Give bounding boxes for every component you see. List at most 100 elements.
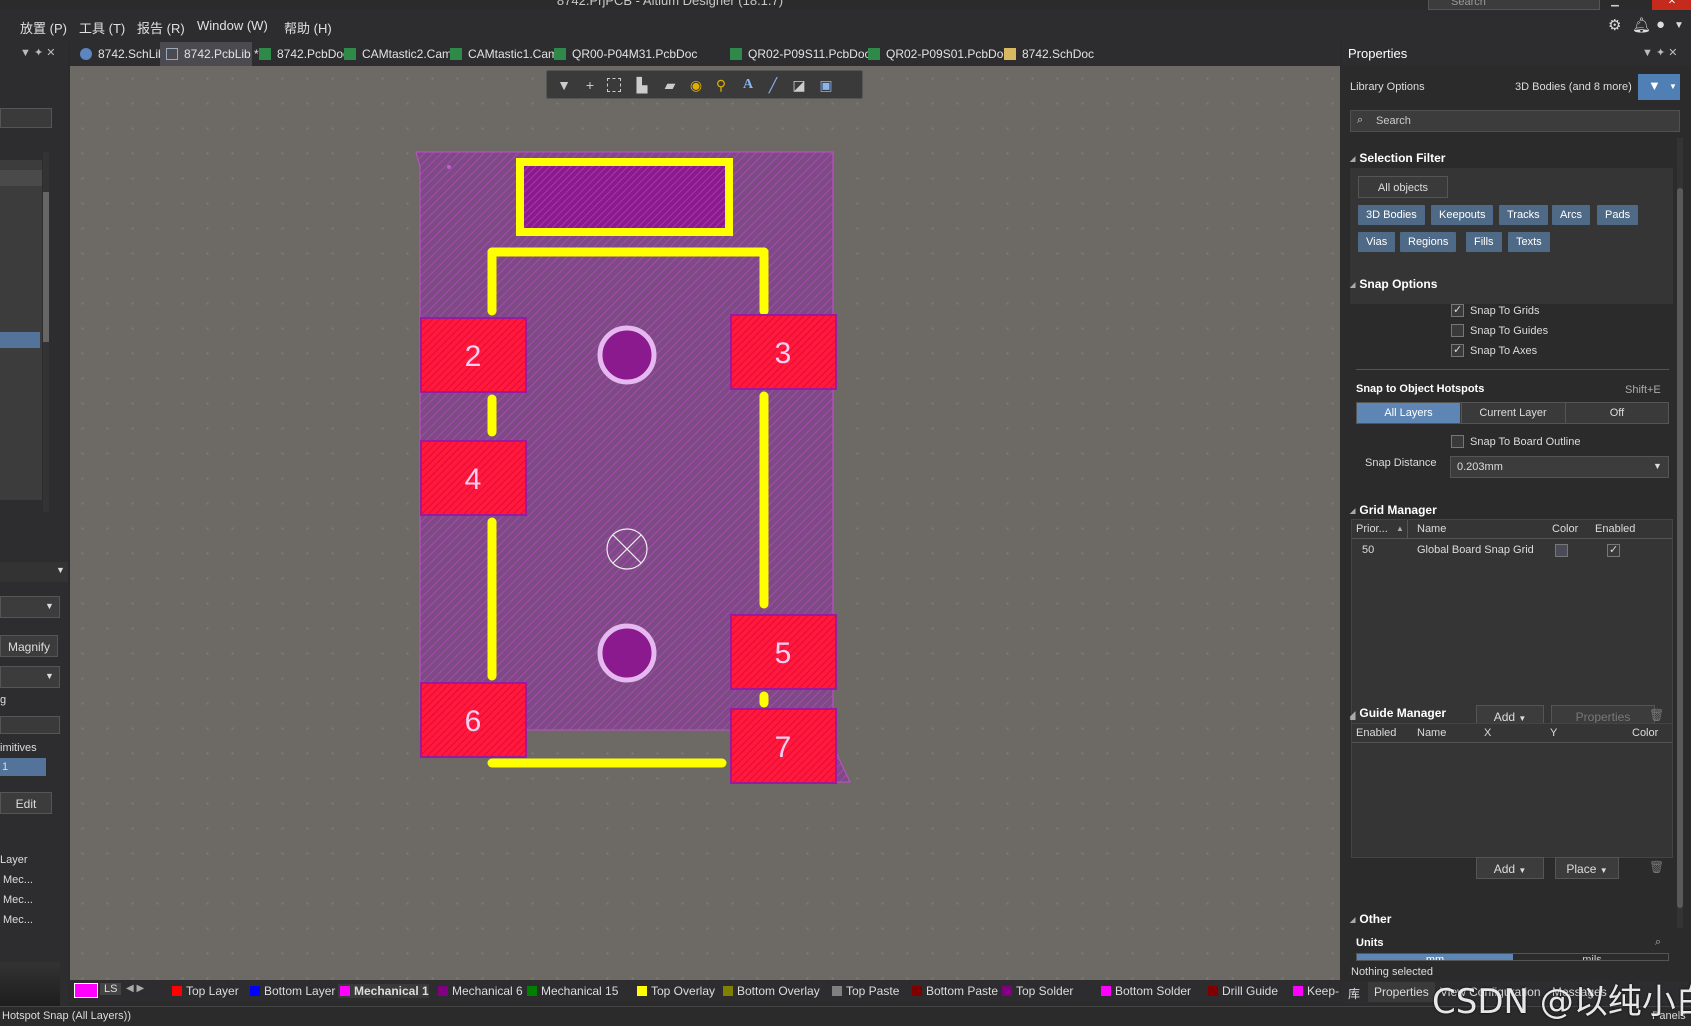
layer-scroll-icon[interactable]: ◀ ▶	[126, 983, 144, 994]
user-icon[interactable]: ●	[1656, 16, 1665, 33]
snap-to-axes-checkbox[interactable]	[1451, 343, 1464, 357]
selection-filter-header[interactable]: Selection Filter	[1350, 151, 1445, 165]
chip-pads[interactable]: Pads	[1597, 205, 1639, 225]
tab-camtastic2[interactable]: CAMtastic2.Cam	[338, 42, 452, 66]
left-layer-item[interactable]: Mec...	[3, 894, 33, 906]
grid-enabled-checkbox[interactable]	[1607, 543, 1620, 557]
chip-regions[interactable]: Regions	[1400, 232, 1457, 252]
left-number-field[interactable]: 1	[0, 758, 46, 776]
left-scrollbar[interactable]	[43, 152, 49, 512]
tab-qr02-p09s11[interactable]: QR02-P09S11.PcbDoc	[724, 42, 871, 66]
via-icon[interactable]: ⚲	[712, 76, 730, 94]
select-rect-icon[interactable]	[607, 78, 621, 92]
guide-place-button[interactable]: Place ▼	[1555, 857, 1619, 879]
tab-8742-pcblib[interactable]: 8742.PcbLib *	[160, 42, 259, 66]
grid-col-enabled[interactable]: Enabled	[1595, 523, 1635, 535]
menu-reports[interactable]: 报告 (R)	[137, 18, 185, 37]
layer-tab[interactable]: Top Overlay	[635, 984, 715, 998]
snap-to-grids-checkbox[interactable]	[1451, 303, 1464, 317]
guide-add-button[interactable]: Add ▼	[1476, 857, 1544, 879]
chip-keepouts[interactable]: Keepouts	[1431, 205, 1494, 225]
grid-color-swatch[interactable]	[1555, 544, 1568, 557]
layer-tab[interactable]: Mechanical 15	[525, 984, 618, 998]
chip-arcs[interactable]: Arcs	[1552, 205, 1590, 225]
unit-mils[interactable]: mils	[1514, 954, 1668, 960]
chip-3d-bodies[interactable]: 3D Bodies	[1358, 205, 1425, 225]
layer-tab[interactable]: Bottom Paste	[910, 984, 998, 998]
panel-controls-icon[interactable]: ▼ ✦ ✕	[1642, 46, 1677, 59]
dimension-icon[interactable]: ◪	[790, 76, 808, 94]
search-icon[interactable]: ⌕	[1655, 936, 1661, 949]
tab-8742-schlib[interactable]: 8742.SchLib	[74, 42, 165, 66]
menu-help[interactable]: 帮助 (H)	[284, 18, 332, 37]
all-objects-button[interactable]: All objects	[1358, 176, 1448, 198]
chip-fills[interactable]: Fills	[1466, 232, 1502, 252]
board-icon[interactable]: ▣	[817, 76, 835, 94]
menu-place[interactable]: 放置 (P)	[20, 18, 67, 37]
left-dropdown-2[interactable]: ▼	[0, 666, 60, 688]
seg-off[interactable]: Off	[1565, 403, 1668, 423]
tab-library[interactable]: 库	[1348, 985, 1360, 1002]
pcb-canvas[interactable]: 2 3 4 5 6 7	[70, 66, 1340, 980]
tab-properties[interactable]: Properties	[1368, 982, 1435, 1002]
other-header[interactable]: Other	[1350, 912, 1391, 926]
left-layer-item[interactable]: Mec...	[3, 914, 33, 926]
tab-qr02-p09s01[interactable]: QR02-P09S01.PcbDoc	[862, 42, 1009, 66]
line-icon[interactable]: ╱	[764, 76, 782, 94]
tab-camtastic1[interactable]: CAMtastic1.Cam	[444, 42, 558, 66]
close-button[interactable]: ✕	[1652, 0, 1691, 10]
layer-tab[interactable]: Top Layer	[170, 984, 239, 998]
trash-icon[interactable]: 🗑︎	[1649, 860, 1664, 874]
panel-menu-icon[interactable]: ▼ ✦ ✕	[20, 46, 55, 59]
guide-col-y[interactable]: Y	[1550, 727, 1557, 739]
current-layer-swatch[interactable]	[74, 983, 98, 998]
left-layer-item[interactable]: Mec...	[3, 874, 33, 886]
magnify-button[interactable]: Magnify	[0, 635, 58, 657]
layer-tab[interactable]: Top Solder	[1000, 984, 1073, 998]
tab-8742-pcbdoc[interactable]: 8742.PcbDoc	[253, 42, 349, 66]
snap-to-guides-checkbox[interactable]	[1451, 324, 1464, 337]
properties-scrollbar[interactable]	[1677, 138, 1683, 928]
layer-tab[interactable]: Drill Guide	[1206, 984, 1278, 998]
chip-tracks[interactable]: Tracks	[1499, 205, 1548, 225]
table-row[interactable]: 50 Global Board Snap Grid	[1352, 540, 1672, 560]
layer-tab[interactable]: Bottom Layer	[248, 984, 335, 998]
left-search-input[interactable]	[0, 108, 52, 128]
menu-window[interactable]: Window (W)	[197, 18, 268, 33]
filter-icon[interactable]: ▼	[555, 76, 573, 94]
guide-col-x[interactable]: X	[1484, 727, 1491, 739]
settings-icon[interactable]: ⚙	[1608, 16, 1621, 34]
guide-col-enabled[interactable]: Enabled	[1356, 727, 1396, 739]
seg-current-layer[interactable]: Current Layer	[1461, 403, 1564, 423]
chip-texts[interactable]: Texts	[1508, 232, 1550, 252]
left-dropdown-1[interactable]: ▼	[0, 596, 60, 618]
pad-icon[interactable]: ◉	[687, 76, 705, 94]
component-icon[interactable]: ▰	[661, 76, 679, 94]
crosshair-icon[interactable]: +	[581, 76, 599, 94]
edit-button[interactable]: Edit	[0, 792, 52, 814]
grid-col-color[interactable]: Color	[1552, 523, 1578, 535]
layer-tab[interactable]: Keep-	[1291, 984, 1339, 998]
layer-tab[interactable]: Bottom Overlay	[721, 984, 820, 998]
snap-to-board-outline-checkbox[interactable]	[1451, 435, 1464, 448]
snap-distance-dropdown[interactable]: 0.203mm ▼	[1450, 456, 1669, 478]
ls-button[interactable]: LS	[100, 983, 122, 995]
guide-col-name[interactable]: Name	[1417, 727, 1446, 739]
filter-button[interactable]: ▼ ▼	[1638, 74, 1680, 100]
menu-tools[interactable]: 工具 (T)	[79, 18, 125, 37]
layer-tab[interactable]: Bottom Solder	[1099, 984, 1191, 998]
guide-manager-header[interactable]: Guide Manager	[1350, 706, 1446, 720]
text-icon[interactable]: A	[739, 76, 757, 94]
layer-tab[interactable]: Mechanical 6	[436, 984, 523, 998]
align-icon[interactable]: ▙	[633, 76, 651, 94]
tab-qr00-p04m31[interactable]: QR00-P04M31.PcbDoc	[548, 42, 697, 66]
grid-col-name[interactable]: Name	[1417, 523, 1446, 535]
snap-options-header[interactable]: Snap Options	[1350, 277, 1437, 291]
user-dropdown-icon[interactable]: ▼	[1674, 20, 1684, 31]
guide-col-color[interactable]: Color	[1632, 727, 1658, 739]
properties-search-input[interactable]: ⌕ Search	[1350, 110, 1680, 132]
left-input[interactable]	[0, 716, 60, 734]
layer-tab[interactable]: Mechanical 1	[338, 984, 429, 998]
grid-manager-header[interactable]: Grid Manager	[1350, 503, 1436, 517]
notifications-icon[interactable]: 🔔︎	[1632, 16, 1651, 34]
